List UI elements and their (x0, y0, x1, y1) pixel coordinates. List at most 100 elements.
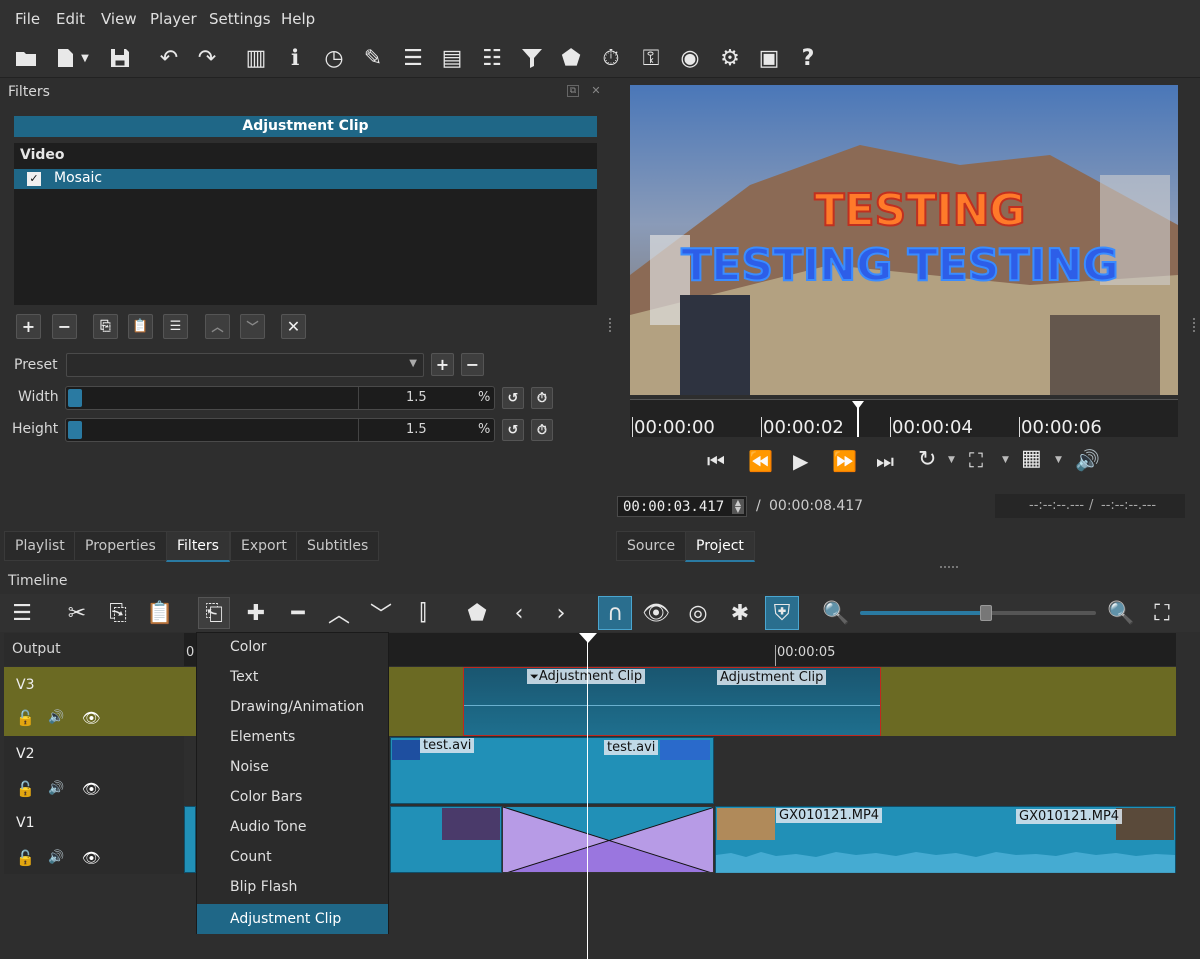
tab-subtitles[interactable]: Subtitles (296, 531, 380, 561)
move-up-button[interactable]: ︿ (205, 314, 230, 339)
loop-icon[interactable]: ↻ (918, 447, 936, 472)
player-scrubber[interactable]: 00:00:00 00:00:02 00:00:04 00:00:06 (630, 399, 1178, 438)
rewind-icon[interactable]: ⏪ (748, 449, 773, 473)
transition[interactable] (502, 806, 714, 873)
chevron-down-icon[interactable]: ▼ (1002, 455, 1009, 465)
playlist-icon[interactable]: ☰ (397, 42, 429, 74)
zoom-slider[interactable] (860, 605, 1096, 621)
menu-edit[interactable]: Edit (56, 10, 85, 28)
menu-item-color-bars[interactable]: Color Bars (230, 789, 302, 805)
menu-help[interactable]: Help (281, 10, 315, 28)
paste-icon[interactable]: 📋 (144, 597, 176, 629)
eye-icon[interactable]: 👁 (82, 709, 101, 727)
marker-icon[interactable]: ⬟ (461, 597, 493, 629)
panel-splitter[interactable] (609, 318, 612, 332)
lock-icon[interactable]: 🔓 (16, 780, 35, 798)
reset-width-icon[interactable]: ↺ (502, 387, 524, 409)
split-icon[interactable]: ⫿ (407, 597, 439, 629)
previous-marker-icon[interactable]: ‹ (503, 597, 535, 629)
menu-item-drawing-animation[interactable]: Drawing/Animation (230, 699, 364, 715)
reset-height-icon[interactable]: ↺ (502, 419, 524, 441)
scrub-icon[interactable]: 👁 (640, 597, 672, 629)
lock-icon[interactable]: 🔓 (16, 849, 35, 867)
marker-icon[interactable]: ⬟ (555, 42, 587, 74)
append-icon[interactable]: ✚ (240, 597, 272, 629)
track-header-v3[interactable]: V3 🔓 🔊 👁 (4, 667, 184, 736)
zoom-fit-icon[interactable]: ⛶ (1146, 597, 1178, 629)
snap-icon[interactable]: ∩ (598, 596, 632, 630)
help-icon[interactable]: ? (792, 42, 824, 74)
menu-item-text[interactable]: Text (230, 669, 258, 685)
chevron-down-icon[interactable]: ▼ (1055, 455, 1062, 465)
paste-filters-button[interactable]: 📋 (128, 314, 153, 339)
panel-splitter-right[interactable] (1193, 318, 1196, 332)
current-time-field[interactable]: 00:00:03.417 ▲ ▼ (617, 496, 747, 517)
chevron-down-icon[interactable]: ▼ (76, 42, 94, 74)
height-slider-handle[interactable] (68, 421, 82, 439)
menu-settings[interactable]: Settings (209, 10, 271, 28)
zoom-out-icon[interactable]: 🔍 (820, 597, 852, 629)
tab-filters[interactable]: Filters (166, 531, 230, 562)
add-preset-button[interactable]: + (431, 353, 454, 376)
ripple-markers-icon[interactable]: ⛨ (765, 596, 799, 630)
preset-select[interactable]: ▼ (66, 353, 424, 377)
menu-view[interactable]: View (101, 10, 137, 28)
close-icon[interactable]: ✕ (590, 85, 602, 97)
audio-meter-icon[interactable]: ▥ (240, 42, 272, 74)
deselect-filter-button[interactable]: ✕ (281, 314, 306, 339)
skip-end-icon[interactable]: ⏭ (876, 449, 894, 473)
height-slider[interactable]: 1.5 % (65, 418, 495, 442)
fast-forward-icon[interactable]: ⏩ (832, 449, 857, 473)
menu-item-blip-flash[interactable]: Blip Flash (230, 879, 297, 895)
video-preview[interactable]: TESTING TESTING TESTING (630, 85, 1178, 395)
filter-icon[interactable] (516, 42, 548, 74)
tab-export[interactable]: Export (230, 531, 298, 561)
copy-icon[interactable]: ⎘ (102, 597, 134, 629)
recent-icon[interactable]: ◷ (318, 42, 350, 74)
properties-icon[interactable]: ℹ (279, 42, 311, 74)
float-icon[interactable]: ⧉ (567, 85, 579, 97)
timeline-playhead-icon[interactable] (579, 633, 597, 643)
volume-icon[interactable]: 🔊 (1075, 448, 1100, 472)
tab-project[interactable]: Project (685, 531, 755, 562)
jobs-icon[interactable]: ▤ (436, 42, 468, 74)
open-file-icon[interactable] (10, 42, 42, 74)
width-slider[interactable]: 1.5 % (65, 386, 495, 410)
mute-icon[interactable]: 🔊 (48, 850, 64, 865)
save-icon[interactable] (104, 42, 136, 74)
clip-v1-start[interactable] (184, 806, 196, 873)
eye-icon[interactable]: 👁 (82, 780, 101, 798)
zoom-icon[interactable]: ⛶ (969, 448, 983, 472)
tab-source[interactable]: Source (616, 531, 687, 561)
lift-icon[interactable]: ︿ (323, 597, 355, 629)
redo-icon[interactable]: ↷ (191, 42, 223, 74)
eye-icon[interactable]: 👁 (82, 849, 101, 867)
history-icon[interactable]: ⚿ (635, 42, 667, 74)
width-value[interactable]: 1.5 (406, 390, 427, 405)
export-icon[interactable]: ▣ (753, 42, 785, 74)
menu-file[interactable]: File (15, 10, 40, 28)
width-slider-handle[interactable] (68, 389, 82, 407)
record-icon[interactable]: ◉ (674, 42, 706, 74)
track-header-v2[interactable]: V2 🔓 🔊 👁 (4, 736, 184, 805)
copy-filters-button[interactable]: ⎘ (93, 314, 118, 339)
move-down-button[interactable]: ﹀ (240, 314, 265, 339)
notes-icon[interactable]: ✎ (357, 42, 389, 74)
ripple-icon[interactable]: ◎ (682, 597, 714, 629)
filter-enabled-checkbox[interactable]: ✓ (27, 172, 41, 186)
skip-start-icon[interactable]: ⏮ (707, 449, 725, 473)
keyframe-width-icon[interactable]: ⏱ (531, 387, 553, 409)
keyframes-icon[interactable]: ⏱ (595, 42, 627, 74)
generator-icon[interactable]: ⎗ (198, 597, 230, 629)
panel-splitter-horizontal[interactable] (940, 566, 958, 568)
mute-icon[interactable]: 🔊 (48, 781, 64, 796)
remove-filter-button[interactable]: − (52, 314, 77, 339)
gear-icon[interactable]: ⚙ (714, 42, 746, 74)
menu-item-adjustment-clip-highlight[interactable]: Adjustment Clip (197, 904, 388, 934)
height-value[interactable]: 1.5 (406, 422, 427, 437)
menu-item-count[interactable]: Count (230, 849, 272, 865)
timeline-icon[interactable]: ☷ (476, 42, 508, 74)
menu-item-adjustment-clip[interactable]: Adjustment Clip (230, 911, 341, 927)
lock-icon[interactable]: 🔓 (16, 709, 35, 727)
overwrite-icon[interactable]: ﹀ (365, 597, 397, 629)
